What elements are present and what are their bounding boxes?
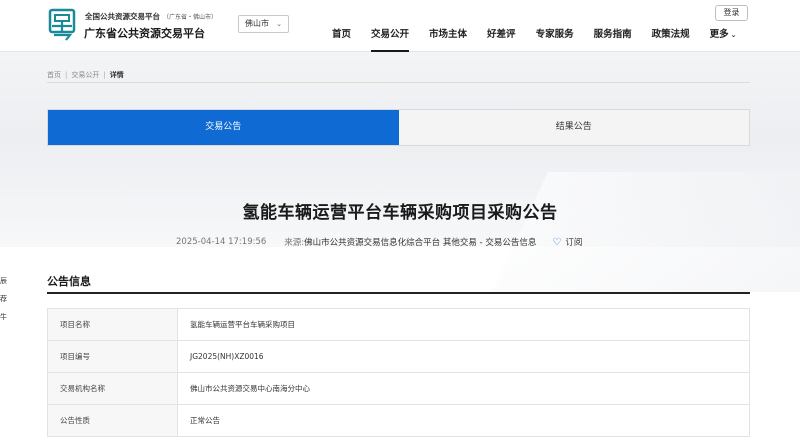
nav-service-guide[interactable]: 服务指南 (584, 27, 642, 52)
table-value: 氢能车辆运营平台车辆采购项目 (177, 308, 750, 341)
page-title: 氢能车辆运营平台车辆采购项目采购公告 (242, 203, 558, 223)
side-fragment: 牛 (0, 313, 7, 321)
article-meta: 2025-04-14 17:19:56 来源: 佛山市公共资源交易信息化综合平台… (176, 236, 582, 249)
nav-home[interactable]: 首页 (322, 27, 361, 52)
table-key: 交易机构名称 (47, 372, 178, 405)
table-row: 交易机构名称 佛山市公共资源交易中心南海分中心 (47, 372, 750, 405)
table-value: JG2025(NH)XZ0016 (177, 340, 750, 373)
table-value: 佛山市公共资源交易中心南海分中心 (177, 372, 750, 405)
section-divider (47, 292, 750, 294)
source-label: 来源: (284, 238, 305, 248)
nav-market-entity[interactable]: 市场主体 (419, 27, 477, 52)
chevron-down-icon: ⌄ (276, 20, 282, 28)
table-value: 正常公告 (177, 404, 750, 437)
nav-expert-service[interactable]: 专家服务 (526, 27, 584, 52)
table-key: 公告性质 (47, 404, 178, 437)
breadcrumb-trading[interactable]: 交易公开 (71, 71, 99, 79)
platform-name-guangdong[interactable]: 广东省公共资源交易平台 (84, 25, 205, 41)
table-row: 公告性质 正常公告 (47, 404, 750, 437)
chevron-down-icon: ⌄ (730, 31, 737, 39)
main-nav: 首页 交易公开 市场主体 好差评 专家服务 服务指南 政策法规 更多 ⌄ (322, 27, 747, 52)
nav-evaluation[interactable]: 好差评 (477, 27, 526, 52)
side-fragment: 辰 (0, 277, 7, 285)
nav-trading-public[interactable]: 交易公开 (361, 27, 419, 52)
table-row: 项目名称 氢能车辆运营平台车辆采购项目 (47, 308, 750, 341)
side-fragment: 荐 (0, 295, 7, 303)
nav-policy[interactable]: 政策法规 (642, 27, 700, 52)
publish-date: 2025-04-14 17:19:56 (176, 237, 267, 247)
guangdong-yue-logo-icon[interactable] (48, 8, 76, 42)
hero-decoration (492, 172, 800, 292)
notice-info-table: 项目名称 氢能车辆运营平台车辆采购项目 项目编号 JG2025(NH)XZ001… (47, 308, 750, 437)
table-key: 项目编号 (47, 340, 178, 373)
tab-trading-notice[interactable]: 交易公告 (48, 110, 399, 145)
platform-name-national: 全国公共资源交易平台 （广东省・佛山市） (85, 12, 218, 21)
city-select[interactable]: 佛山市 ⌄ (238, 15, 289, 33)
breadcrumb-current: 详情 (109, 71, 124, 79)
site-header: 全国公共资源交易平台 （广东省・佛山市） 广东省公共资源交易平台 佛山市 ⌄ 登录… (0, 0, 800, 52)
section-title: 公告信息 (47, 275, 91, 288)
nav-more[interactable]: 更多 ⌄ (700, 27, 747, 52)
breadcrumb: 首页 | 交易公开 | 详情 (47, 71, 124, 79)
breadcrumb-home[interactable]: 首页 (47, 71, 61, 79)
table-key: 项目名称 (47, 308, 178, 341)
table-row: 项目编号 JG2025(NH)XZ0016 (47, 340, 750, 373)
subscribe-button[interactable]: ♡ 订阅 (552, 236, 582, 249)
breadcrumb-divider (47, 82, 750, 83)
login-button[interactable]: 登录 (715, 5, 748, 21)
notice-tabs: 交易公告 结果公告 (47, 109, 750, 146)
heart-icon: ♡ (552, 236, 562, 248)
tab-result-notice[interactable]: 结果公告 (398, 110, 749, 145)
source-value: 佛山市公共资源交易信息化综合平台 其他交易 - 交易公告信息 (304, 238, 537, 248)
